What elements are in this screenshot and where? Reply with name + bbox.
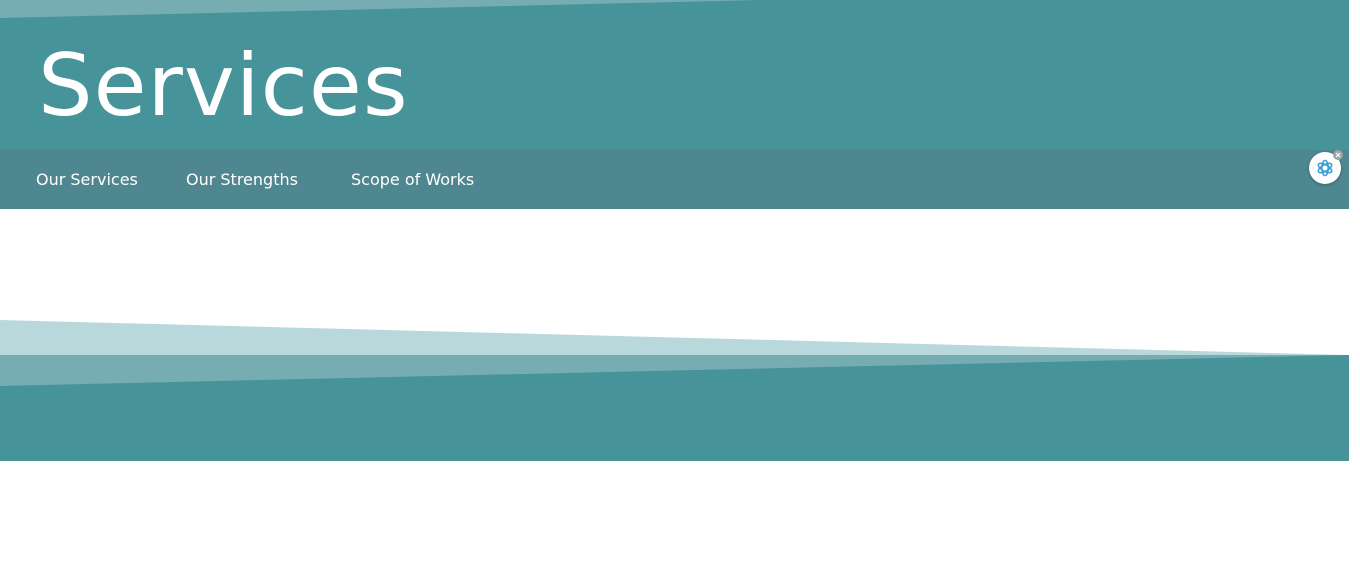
close-icon[interactable] xyxy=(1333,150,1343,160)
openai-logo-icon xyxy=(1317,159,1333,177)
subnav-scope-of-works[interactable]: Scope of Works xyxy=(351,150,474,209)
section-subnav: Our Services Our Strengths Scope of Work… xyxy=(0,150,1349,209)
page-title: Services xyxy=(38,36,409,136)
hero-diagonal-stripe xyxy=(0,0,760,18)
ai-assistant-widget[interactable] xyxy=(1309,150,1343,184)
footer-decorative-wave xyxy=(0,320,1349,461)
page-hero: Services xyxy=(0,0,1349,150)
subnav-our-strengths[interactable]: Our Strengths xyxy=(186,150,298,209)
subnav-our-services[interactable]: Our Services xyxy=(36,150,138,209)
